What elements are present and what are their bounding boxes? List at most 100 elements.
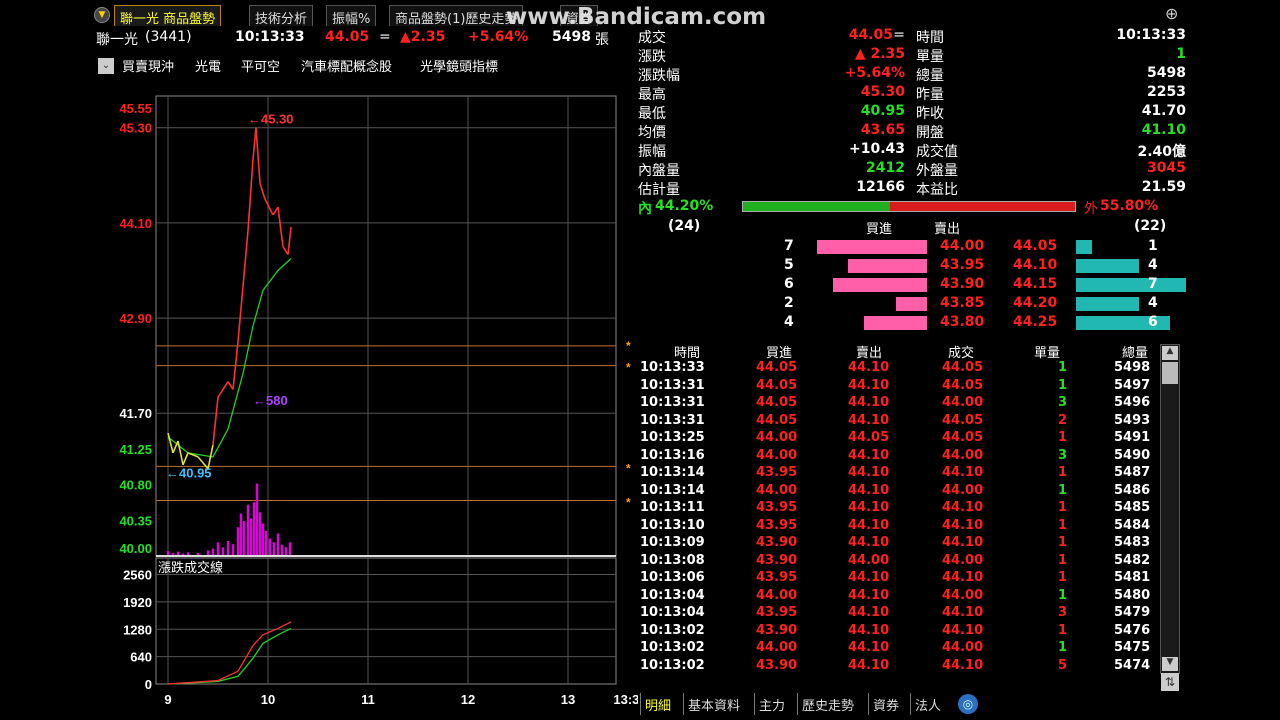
- tab-history-trend[interactable]: 商品盤勢(1)歷史走勢: [389, 5, 524, 27]
- price-line-segment: [177, 440, 184, 465]
- ask-qty: 6: [1148, 314, 1158, 330]
- quote-label: 最高: [638, 87, 666, 103]
- marker-star: *: [626, 339, 631, 353]
- tab-basic-info[interactable]: 基本資料: [683, 693, 744, 715]
- tick-header: 總量: [1122, 346, 1149, 361]
- tick-price: 44.05: [942, 430, 984, 445]
- tick-time: 10:13:02: [640, 622, 705, 638]
- tick-total: 5475: [1114, 640, 1151, 655]
- tick-ask: 44.10: [848, 377, 890, 393]
- tab-detail[interactable]: 明細: [640, 693, 675, 715]
- sub-tick-label: 640: [130, 650, 152, 665]
- tick-bid: 44.05: [756, 395, 798, 410]
- tab-technical-analysis[interactable]: 技術分析: [249, 5, 314, 27]
- stock-quote-window: ▼ 聯一光 商品盤勢 技術分析 振幅% 商品盤勢(1)歷史走勢 資券 www.B…: [92, 0, 1188, 720]
- tick-ask: 44.10: [848, 517, 890, 533]
- settings-icon[interactable]: ⇅: [1161, 673, 1179, 691]
- tick-price: 44.10: [942, 465, 984, 480]
- quote-value: 41.70: [1141, 103, 1186, 119]
- bid-qty: 7: [784, 238, 794, 254]
- volume-bar: [246, 504, 250, 556]
- tick-total: 5493: [1114, 412, 1151, 428]
- zoom-icon[interactable]: ⊕: [1165, 4, 1178, 23]
- tick-qty: 2: [1058, 412, 1068, 428]
- tick-time: 10:13:11: [640, 500, 705, 515]
- concept-tag[interactable]: 光學鏡頭指標: [420, 56, 498, 75]
- tick-qty: 1: [1058, 377, 1068, 393]
- tick-bid: 44.05: [756, 412, 798, 428]
- expand-icon[interactable]: ⌄: [98, 58, 114, 74]
- price-line-segment: [264, 198, 274, 216]
- outer-pct: 55.80%: [1100, 198, 1159, 214]
- tick-row: 10:13:06 43.95 44.10 44.10 1 5481: [638, 570, 1158, 587]
- quote-value: 41.10: [1141, 122, 1186, 138]
- quote-value: 40.95: [860, 103, 905, 119]
- tick-bid: 43.90: [756, 535, 798, 550]
- sub-tick-label: 1280: [123, 622, 152, 637]
- bid-qty: 5: [784, 257, 794, 273]
- quote-value: 44.05: [848, 27, 893, 43]
- stock-pct: +5.64%: [468, 29, 529, 45]
- cumulative-up-line: [167, 621, 292, 685]
- tick-qty: 1: [1058, 482, 1068, 498]
- ask-qty-bar: [1076, 240, 1092, 254]
- scroll-down-icon[interactable]: ▼: [1162, 657, 1178, 671]
- quote-value: 43.65: [860, 122, 905, 138]
- marker-star: *: [626, 495, 631, 509]
- tick-total: 5482: [1114, 552, 1151, 568]
- inner-pct: 44.20%: [655, 198, 714, 214]
- tick-price: 44.00: [942, 640, 984, 655]
- tick-bid: 44.00: [756, 587, 798, 603]
- volume-bar: [226, 541, 230, 556]
- concept-tag[interactable]: 平可空: [241, 56, 280, 75]
- tick-price: 44.05: [942, 412, 984, 428]
- quote-label: 內盤量: [638, 163, 680, 179]
- tick-row: 10:13:10 43.95 44.10 44.10 1 5484: [638, 518, 1158, 535]
- globe-icon[interactable]: ◎: [958, 694, 978, 714]
- quote-label: 開盤: [916, 125, 944, 141]
- concept-tag[interactable]: 買賣現沖: [122, 56, 174, 75]
- outer-label: 外: [1084, 201, 1098, 217]
- quote-value: 1: [1176, 46, 1186, 62]
- tick-bid: 44.05: [756, 360, 798, 375]
- bid-qty: 6: [784, 276, 794, 292]
- tick-row: 10:13:02 44.00 44.10 44.00 1 5475: [638, 640, 1158, 657]
- tick-bid: 44.05: [756, 377, 798, 393]
- tab-main-force[interactable]: 主力: [754, 693, 789, 715]
- ask-price: 44.15: [1013, 276, 1058, 292]
- tick-header: 單量: [1034, 346, 1061, 361]
- price-line-segment: [237, 286, 244, 342]
- tick-time: 10:13:14: [640, 482, 705, 498]
- tick-total: 5484: [1114, 517, 1151, 533]
- quote-value: 12166: [856, 179, 905, 195]
- sub-chart-title: 漲跌成交線: [158, 560, 223, 575]
- tab-institutional[interactable]: 法人: [910, 693, 945, 715]
- concept-tag[interactable]: 汽車標配概念股: [301, 56, 392, 75]
- scroll-thumb[interactable]: [1162, 362, 1178, 384]
- tick-time: 10:13:31: [640, 395, 705, 410]
- scroll-up-icon[interactable]: ▲: [1162, 346, 1178, 360]
- tick-time: 10:13:31: [640, 377, 705, 393]
- volume-bar: [272, 542, 276, 556]
- tick-total: 5497: [1114, 377, 1151, 393]
- tab-history[interactable]: 歷史走勢: [797, 693, 858, 715]
- price-line-segment: [255, 127, 261, 184]
- sub-tick-label: 2560: [123, 568, 152, 583]
- concept-tag[interactable]: 光電: [195, 56, 221, 75]
- tick-ask: 44.10: [848, 570, 890, 585]
- order-book: (24) 買進 賣出 (22) 7 44.00 44.05 1 5 43.95 44.10 4 6 43.…: [638, 218, 1188, 338]
- ask-total: (22): [1134, 218, 1167, 234]
- tick-ask: 44.10: [848, 587, 890, 603]
- tick-row: 10:13:25 44.00 44.05 44.05 1 5491: [638, 430, 1158, 447]
- x-tick-label: 9: [164, 692, 171, 707]
- tab-amplitude[interactable]: 振幅%: [326, 5, 377, 27]
- quote-value: 5498: [1147, 65, 1186, 81]
- dropdown-icon[interactable]: ▼: [94, 7, 110, 23]
- tick-scrollbar[interactable]: ▲ ▼: [1160, 344, 1180, 674]
- quote-label: 總量: [916, 68, 944, 84]
- tab-margin-trading[interactable]: 資券: [868, 693, 903, 715]
- quote-label: 最低: [638, 106, 666, 122]
- tab-stock-overview[interactable]: 聯一光 商品盤勢: [114, 5, 222, 27]
- tick-header: 賣出: [856, 346, 883, 361]
- price-line-segment: [167, 432, 174, 454]
